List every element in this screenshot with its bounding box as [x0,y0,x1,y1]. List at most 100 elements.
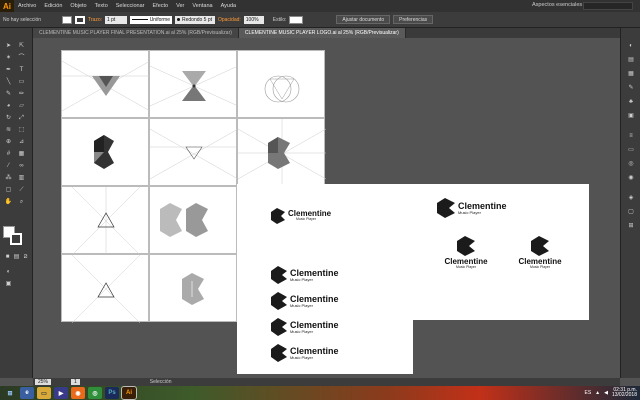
align-icon[interactable]: ⊞ [626,222,636,230]
stroke-color-box[interactable] [10,233,22,245]
swatches-icon[interactable]: ▦ [626,70,636,78]
mesh-icon[interactable]: # [4,150,13,159]
brushes-icon[interactable]: ✎ [626,84,636,92]
stroke-swatch[interactable] [75,15,85,24]
artboard-number-field[interactable]: 1 [71,379,80,385]
construction-cell[interactable] [61,118,149,186]
menu-ventana[interactable]: Ventana [188,3,216,9]
rotate-icon[interactable]: ↻ [4,114,13,123]
menu-texto[interactable]: Texto [91,3,112,9]
screen-mode-icon[interactable]: ▣ [4,280,13,289]
direct-selection-icon[interactable]: ⇱ [17,42,26,51]
paintbrush-icon[interactable]: ✎ [4,90,13,99]
rectangle-icon[interactable]: ▭ [17,78,26,87]
illustrator-icon[interactable]: Ai [121,386,137,400]
volume-icon[interactable]: ◀ [604,390,608,396]
construction-cell[interactable] [149,50,239,118]
eyedropper-icon[interactable]: ⁄ [4,162,13,171]
line-icon[interactable]: ╲ [4,78,13,87]
media-player-icon[interactable]: ▶ [54,387,68,399]
ie-icon[interactable]: e [20,387,34,399]
menu-seleccionar[interactable]: Seleccionar [112,3,149,9]
tab-presentation[interactable]: CLEMENTINE MUSIC PLAYER FINAL PRESENTATI… [33,28,239,38]
graph-icon[interactable]: ▥ [17,174,26,183]
artboards-icon[interactable]: ▢ [626,208,636,216]
draw-mode-icon[interactable]: ◐ [4,268,13,277]
triangle-construction-drawing [61,60,151,112]
artboard-icon[interactable]: ▢ [4,186,13,195]
gradient-icon[interactable]: ▦ [17,150,26,159]
workspace-switcher[interactable]: Aspectos esenciales [532,2,582,8]
appearance-icon[interactable]: ◉ [626,174,636,182]
photoshop-icon[interactable]: Ps [105,387,119,399]
blob-brush-icon[interactable]: ◕ [4,102,13,111]
perspective-icon[interactable]: ⊿ [17,138,26,147]
opacity-label[interactable]: Opacidad: [218,17,241,23]
artboard-logo-variations[interactable]: Clementine Music Player Clementine Music P… [237,252,413,374]
width-icon[interactable]: ≋ [4,126,13,135]
menu-objeto[interactable]: Objeto [66,3,90,9]
fill-swatch[interactable] [62,15,72,24]
none-mode-icon[interactable]: ⧄ [21,253,30,262]
magic-wand-icon[interactable]: ✶ [4,54,13,63]
windows-start-icon[interactable]: ⊞ [3,387,17,399]
construction-cell[interactable] [149,254,237,322]
stroke-weight-field[interactable]: 1 pt [104,15,127,24]
artboard-logo-horizontal[interactable]: Clementine Music Player [237,184,413,252]
file-explorer-icon[interactable]: ▭ [37,387,51,399]
color-guide-icon[interactable]: ▤ [626,56,636,64]
free-transform-icon[interactable]: ⬚ [17,126,26,135]
eraser-icon[interactable]: ▱ [17,102,26,111]
lasso-icon[interactable]: ⌒ [17,54,26,63]
search-input[interactable] [583,2,633,10]
graphic-styles-icon[interactable]: ▣ [626,112,636,120]
pencil-icon[interactable]: ✏ [17,90,26,99]
stroke-label[interactable]: Trazo: [88,17,102,23]
brush-definition[interactable]: Redondo 5 pt [174,15,215,24]
selection-icon[interactable]: ➤ [4,42,13,51]
firefox-icon[interactable]: ◉ [71,387,85,399]
clock[interactable]: 02:31 p.m. 13/02/2018 [612,387,637,399]
pen-icon[interactable]: ✒ [4,66,13,75]
document-setup-button[interactable]: Ajustar documento [336,15,391,24]
opacity-field[interactable]: 100% [243,15,264,24]
hand-icon[interactable]: ✋ [4,198,13,207]
language-indicator[interactable]: ES [584,390,591,396]
symbols-icon[interactable]: ♣ [626,98,636,106]
chrome-icon[interactable]: ◎ [88,387,102,399]
construction-cell[interactable] [237,50,325,118]
layers-icon[interactable]: ◈ [626,194,636,202]
menu-efecto[interactable]: Efecto [149,3,173,9]
variable-width-profile[interactable]: Uniforme [129,15,172,24]
transparency-icon[interactable]: ◎ [626,160,636,168]
gradient-panel-icon[interactable]: ▭ [626,146,636,154]
construction-cell[interactable] [61,50,151,118]
menu-edicion[interactable]: Edición [40,3,66,9]
symbol-sprayer-icon[interactable]: ⁂ [4,174,13,183]
menu-ver[interactable]: Ver [172,3,188,9]
stroke-icon[interactable]: ≡ [626,132,636,140]
preferences-button[interactable]: Preferencias [393,15,434,24]
graphic-style-picker[interactable] [289,15,304,24]
network-icon[interactable]: ▲ [595,390,600,396]
menu-archivo[interactable]: Archivo [14,3,40,9]
slice-icon[interactable]: ⟋ [17,186,26,195]
menu-ayuda[interactable]: Ayuda [217,3,241,9]
zoom-icon[interactable]: ⌕ [17,198,26,207]
tab-logo[interactable]: CLEMENTINE MUSIC PLAYER LOGO.ai al 25% (… [238,28,406,38]
construction-cell[interactable] [149,186,237,254]
zoom-field[interactable]: 25% [35,379,52,385]
canvas[interactable]: Clementine Music Player Clementine Music … [33,38,620,378]
color-icon[interactable]: ◐ [626,42,636,50]
construction-cell[interactable] [61,186,149,256]
construction-cell[interactable] [237,118,327,187]
artboard-logo-stacked[interactable]: Clementine Music Player Clementine Music … [413,184,589,320]
color-mode-icon[interactable]: ■ [3,253,12,262]
blend-icon[interactable]: ∞ [17,162,26,171]
type-icon[interactable]: T [17,66,26,75]
shape-builder-icon[interactable]: ⊕ [4,138,13,147]
scale-icon[interactable]: ⤢ [17,114,26,123]
gradient-mode-icon[interactable]: ▤ [12,253,21,262]
construction-cell[interactable] [61,254,149,324]
construction-cell[interactable] [149,118,239,186]
